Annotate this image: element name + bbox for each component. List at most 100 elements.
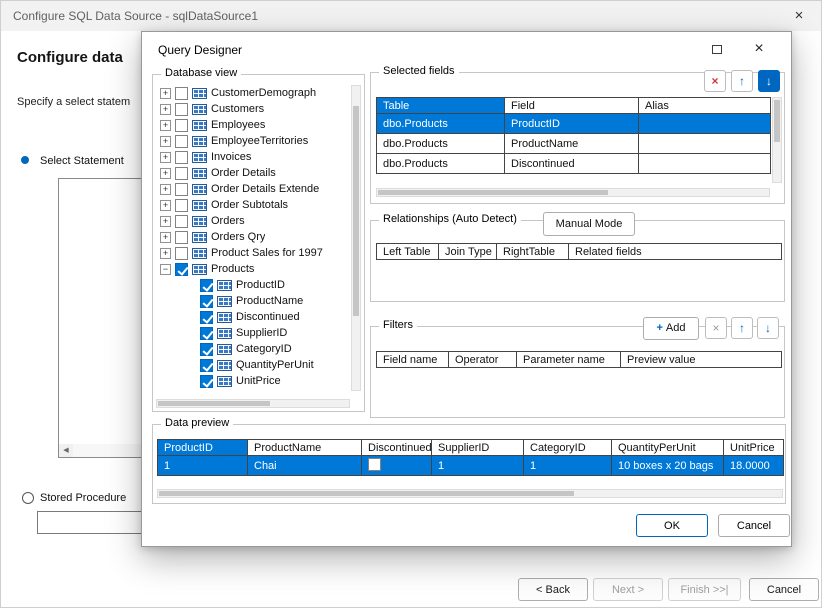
move-filter-down-button[interactable]: ↓ xyxy=(757,317,779,339)
data-preview-horizontal-scrollbar[interactable] xyxy=(157,489,783,498)
add-filter-button[interactable]: +Add xyxy=(643,317,699,340)
tree-field-item[interactable]: Discontinued xyxy=(156,309,348,325)
tree-checkbox[interactable] xyxy=(175,151,188,164)
tree-item[interactable]: +Order Subtotals xyxy=(156,197,348,213)
tree-vertical-scrollbar[interactable] xyxy=(351,85,361,391)
column-header-table[interactable]: Table xyxy=(377,98,505,114)
expand-icon[interactable]: + xyxy=(160,184,171,195)
tree-checkbox[interactable] xyxy=(200,375,213,388)
expand-icon[interactable]: + xyxy=(160,248,171,259)
ok-button[interactable]: OK xyxy=(636,514,708,537)
expand-icon[interactable]: + xyxy=(160,88,171,99)
tree-item[interactable]: +Employees xyxy=(156,117,348,133)
column-header-related-fields[interactable]: Related fields xyxy=(569,244,782,260)
scrollbar-thumb[interactable] xyxy=(774,100,780,142)
tree-field-item[interactable]: ProductID xyxy=(156,277,348,293)
tree-item[interactable]: +Orders xyxy=(156,213,348,229)
next-button[interactable]: Next > xyxy=(593,578,663,601)
tree-checkbox[interactable] xyxy=(175,87,188,100)
column-header-left-table[interactable]: Left Table xyxy=(377,244,439,260)
tree-checkbox[interactable] xyxy=(175,103,188,116)
column-header-quantityperunit[interactable]: QuantityPerUnit xyxy=(612,440,724,456)
expand-icon[interactable]: + xyxy=(160,200,171,211)
cell-field[interactable]: ProductName xyxy=(505,134,639,154)
data-preview-row[interactable]: 1 Chai 1 1 10 boxes x 20 bags 18.0000 xyxy=(158,456,784,476)
selected-field-row[interactable]: dbo.Products ProductID xyxy=(377,114,771,134)
cell-alias[interactable] xyxy=(639,154,771,174)
discontinued-checkbox[interactable] xyxy=(368,458,381,471)
cell-alias[interactable] xyxy=(639,114,771,134)
tree-checkbox[interactable] xyxy=(200,359,213,372)
scrollbar-thumb[interactable] xyxy=(353,106,359,316)
tree-item[interactable]: +CustomerDemograph xyxy=(156,85,348,101)
tree-checkbox[interactable] xyxy=(175,199,188,212)
tree-checkbox[interactable] xyxy=(175,263,188,276)
tree-item[interactable]: +Order Details xyxy=(156,165,348,181)
expand-icon[interactable]: + xyxy=(160,152,171,163)
cell-field[interactable]: Discontinued xyxy=(505,154,639,174)
move-field-down-button[interactable]: ↓ xyxy=(758,70,780,92)
tree-checkbox[interactable] xyxy=(175,247,188,260)
column-header-discontinued[interactable]: Discontinued xyxy=(362,440,432,456)
tree-item[interactable]: +Customers xyxy=(156,101,348,117)
expand-icon[interactable]: + xyxy=(160,216,171,227)
tree-checkbox[interactable] xyxy=(200,279,213,292)
tree-checkbox[interactable] xyxy=(175,231,188,244)
column-header-categoryid[interactable]: CategoryID xyxy=(524,440,612,456)
select-statement-radio[interactable] xyxy=(21,156,29,164)
cell-alias[interactable] xyxy=(639,134,771,154)
selected-field-row[interactable]: dbo.Products Discontinued xyxy=(377,154,771,174)
expand-icon[interactable]: + xyxy=(160,120,171,131)
selected-fields-vertical-scrollbar[interactable] xyxy=(772,97,782,183)
tree-field-item[interactable]: SupplierID xyxy=(156,325,348,341)
tree-field-item[interactable]: CategoryID xyxy=(156,341,348,357)
column-header-productid[interactable]: ProductID xyxy=(158,440,248,456)
cell-field[interactable]: ProductID xyxy=(505,114,639,134)
column-header-parameter-name[interactable]: Parameter name xyxy=(517,352,621,368)
column-header-field-name[interactable]: Field name xyxy=(377,352,449,368)
tree-checkbox[interactable] xyxy=(200,327,213,340)
cell-supplierid[interactable]: 1 xyxy=(432,456,524,476)
tree-checkbox[interactable] xyxy=(200,295,213,308)
tree-item[interactable]: +Product Sales for 1997 xyxy=(156,245,348,261)
tree-checkbox[interactable] xyxy=(175,135,188,148)
column-header-preview-value[interactable]: Preview value xyxy=(621,352,782,368)
move-filter-up-button[interactable]: ↑ xyxy=(731,317,753,339)
expand-icon[interactable]: + xyxy=(160,104,171,115)
column-header-operator[interactable]: Operator xyxy=(449,352,517,368)
tree-checkbox[interactable] xyxy=(175,119,188,132)
column-header-productname[interactable]: ProductName xyxy=(248,440,362,456)
remove-filter-button[interactable]: × xyxy=(705,317,727,339)
dialog-close-button[interactable]: × xyxy=(743,36,775,62)
scrollbar-thumb[interactable] xyxy=(378,190,608,195)
tree-checkbox[interactable] xyxy=(200,343,213,356)
tree-field-item[interactable]: ProductName xyxy=(156,293,348,309)
tree-checkbox[interactable] xyxy=(175,215,188,228)
tree-horizontal-scrollbar[interactable] xyxy=(156,399,350,408)
expand-icon[interactable]: + xyxy=(160,136,171,147)
tree-item[interactable]: +Order Details Extende xyxy=(156,181,348,197)
cell-categoryid[interactable]: 1 xyxy=(524,456,612,476)
maximize-button[interactable] xyxy=(701,39,733,61)
cell-table[interactable]: dbo.Products xyxy=(377,114,505,134)
tree-item[interactable]: +Invoices xyxy=(156,149,348,165)
cell-table[interactable]: dbo.Products xyxy=(377,154,505,174)
scrollbar-thumb[interactable] xyxy=(158,401,270,406)
collapse-icon[interactable]: − xyxy=(160,264,171,275)
wizard-cancel-button[interactable]: Cancel xyxy=(749,578,819,601)
scrollbar-thumb[interactable] xyxy=(159,491,574,496)
column-header-field[interactable]: Field xyxy=(505,98,639,114)
cell-discontinued[interactable] xyxy=(362,456,432,476)
scroll-left-icon[interactable]: ◀ xyxy=(59,444,73,457)
move-field-up-button[interactable]: ↑ xyxy=(731,70,753,92)
cell-productid[interactable]: 1 xyxy=(158,456,248,476)
tree-item[interactable]: +EmployeeTerritories xyxy=(156,133,348,149)
cell-quantityperunit[interactable]: 10 boxes x 20 bags xyxy=(612,456,724,476)
cell-productname[interactable]: Chai xyxy=(248,456,362,476)
expand-icon[interactable]: + xyxy=(160,168,171,179)
cancel-button[interactable]: Cancel xyxy=(718,514,790,537)
column-header-alias[interactable]: Alias xyxy=(639,98,771,114)
tree-field-item[interactable]: QuantityPerUnit xyxy=(156,357,348,373)
tree-checkbox[interactable] xyxy=(175,167,188,180)
cell-unitprice[interactable]: 18.0000 xyxy=(724,456,784,476)
